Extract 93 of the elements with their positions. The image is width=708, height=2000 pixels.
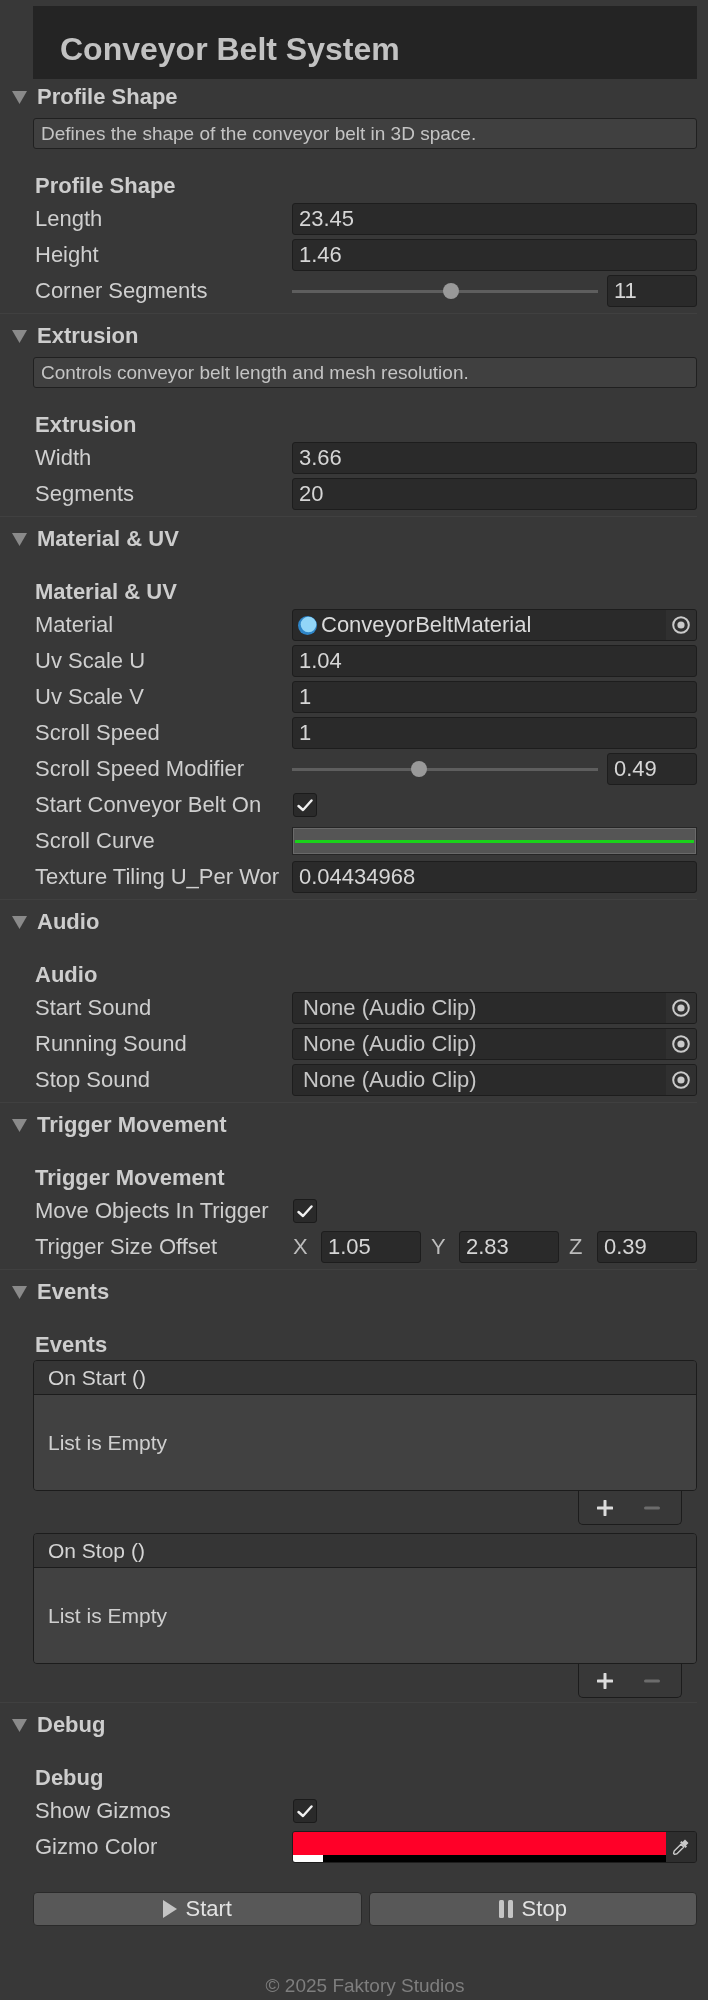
copyright-text: © 2025 Faktory Studios <box>265 1974 465 1998</box>
field-label: Scroll Speed <box>34 720 161 746</box>
field-label: Width <box>34 445 93 471</box>
section-foldout[interactable]: Profile Shape <box>0 79 178 115</box>
object-picker-button[interactable] <box>666 1029 696 1059</box>
help-box: Defines the shape of the conveyor belt in 3D space. <box>33 118 697 149</box>
field-label: Stop Sound <box>34 1067 151 1093</box>
axis-label: Y <box>431 1234 447 1260</box>
field-label: Uv Scale V <box>34 684 145 710</box>
checkbox[interactable] <box>293 793 317 817</box>
field-value: None (Audio Clip) <box>303 995 478 1021</box>
checkmark-icon <box>297 798 313 812</box>
checkbox[interactable] <box>293 1199 317 1223</box>
play-icon <box>162 1900 177 1918</box>
number-field[interactable]: 20 <box>292 478 697 510</box>
object-field[interactable]: None (Audio Clip) <box>292 1028 697 1060</box>
event-list-header: On Start () <box>34 1361 696 1395</box>
field-label: Move Objects In Trigger <box>34 1198 270 1224</box>
section-foldout[interactable]: Material & UV <box>0 521 179 557</box>
object-field[interactable]: None (Audio Clip) <box>292 1064 697 1096</box>
axis-label: Z <box>569 1234 584 1260</box>
group-title: Profile Shape <box>34 172 176 200</box>
empty-list-text: List is Empty <box>48 1430 168 1455</box>
field-label: Segments <box>34 481 136 507</box>
field-label: Gizmo Color <box>34 1834 159 1860</box>
target-icon <box>672 1071 690 1089</box>
field-label: Texture Tiling U_Per Wor <box>34 864 281 890</box>
number-field[interactable]: 1 <box>292 681 697 713</box>
field-label: Uv Scale U <box>34 648 147 674</box>
object-field[interactable]: ConveyorBeltMaterial <box>292 609 697 641</box>
checkmark-icon <box>297 1204 313 1218</box>
field-label: Start Conveyor Belt On <box>34 792 263 818</box>
number-field[interactable]: 23.45 <box>292 203 697 235</box>
color-field[interactable] <box>292 1831 697 1863</box>
checkbox[interactable] <box>293 1799 317 1823</box>
checkmark-icon <box>297 1804 313 1818</box>
section-foldout[interactable]: Events <box>0 1274 110 1310</box>
field-label: Show Gizmos <box>34 1798 172 1824</box>
number-field[interactable]: 2.83 <box>459 1231 559 1263</box>
number-field[interactable]: 0.49 <box>607 753 697 785</box>
field-label: Material <box>34 612 115 638</box>
group-title: Material & UV <box>34 578 177 606</box>
number-field[interactable]: 1.05 <box>321 1231 421 1263</box>
object-picker-button[interactable] <box>666 610 696 640</box>
section-foldout[interactable]: Trigger Movement <box>0 1107 227 1143</box>
target-icon <box>672 1035 690 1053</box>
window-title: Conveyor Belt System <box>33 6 697 79</box>
field-label: Scroll Speed Modifier <box>34 756 246 782</box>
section-foldout[interactable]: Audio <box>0 904 100 940</box>
object-field[interactable]: None (Audio Clip) <box>292 992 697 1024</box>
slider-thumb[interactable] <box>442 283 459 299</box>
target-icon <box>672 999 690 1017</box>
section-foldout[interactable]: Extrusion <box>0 318 139 354</box>
target-icon <box>672 616 690 634</box>
start-button[interactable]: Start <box>33 1892 362 1926</box>
eyedropper-button[interactable] <box>666 1832 696 1862</box>
field-label: Trigger Size Offset <box>34 1234 219 1260</box>
group-title: Trigger Movement <box>34 1164 225 1192</box>
group-title: Debug <box>34 1764 104 1792</box>
sphere-icon <box>298 615 317 635</box>
field-value: None (Audio Clip) <box>303 1067 478 1093</box>
number-field[interactable]: 1.46 <box>292 239 697 271</box>
pause-icon <box>498 1900 513 1918</box>
number-field[interactable]: 0.04434968 <box>292 861 697 893</box>
field-label: Height <box>34 242 100 268</box>
plus-icon <box>597 1672 613 1689</box>
eyedropper-icon <box>672 1838 690 1856</box>
curve-field[interactable] <box>292 827 697 855</box>
field-value: None (Audio Clip) <box>303 1031 478 1057</box>
field-label: Scroll Curve <box>34 828 156 854</box>
stop-button[interactable]: Stop <box>368 1892 697 1926</box>
field-value: ConveyorBeltMaterial <box>321 612 533 638</box>
number-field[interactable]: 11 <box>607 275 697 307</box>
field-label: Running Sound <box>34 1031 188 1057</box>
section-foldout[interactable]: Debug <box>0 1707 106 1743</box>
field-label: Length <box>34 206 104 232</box>
group-title: Extrusion <box>34 411 137 439</box>
number-field[interactable]: 1 <box>292 717 697 749</box>
object-picker-button[interactable] <box>666 1065 696 1095</box>
field-label: Corner Segments <box>34 278 209 304</box>
object-picker-button[interactable] <box>666 993 696 1023</box>
event-list-header: On Stop () <box>34 1534 696 1568</box>
plus-icon <box>597 1499 613 1516</box>
field-label: Start Sound <box>34 995 153 1021</box>
axis-label: X <box>293 1234 309 1260</box>
slider-thumb[interactable] <box>410 761 427 777</box>
group-title: Audio <box>34 961 98 989</box>
number-field[interactable]: 3.66 <box>292 442 697 474</box>
help-box: Controls conveyor belt length and mesh resolution. <box>33 357 697 388</box>
number-field[interactable]: 1.04 <box>292 645 697 677</box>
empty-list-text: List is Empty <box>48 1603 168 1628</box>
number-field[interactable]: 0.39 <box>597 1231 697 1263</box>
group-title: Events <box>34 1331 108 1359</box>
